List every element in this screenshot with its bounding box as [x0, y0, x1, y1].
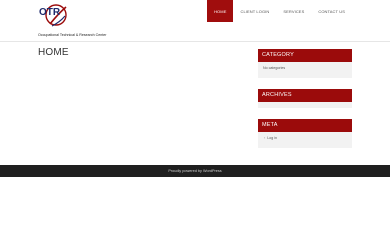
category-widget-body: No categories — [263, 66, 286, 70]
nav-home[interactable]: HOME — [207, 0, 234, 22]
archives-widget: ARCHIVES — [258, 89, 352, 108]
svg-text:OTR: OTR — [39, 7, 61, 18]
login-link[interactable]: › Log in — [263, 136, 347, 140]
login-link-label: Log in — [267, 136, 277, 140]
main-nav: HOME CLIENT LOGIN SERVICES CONTACT US — [207, 0, 352, 22]
site-footer: Proudly powered by WordPress — [0, 165, 390, 177]
otr-logo-icon: OTR — [39, 4, 67, 27]
nav-contact-us[interactable]: CONTACT US — [311, 0, 352, 22]
site-logo[interactable]: OTR — [38, 2, 68, 30]
nav-services[interactable]: SERVICES — [276, 0, 311, 22]
site-tagline: Occupational Technical & Research Center — [38, 33, 107, 37]
meta-widget: META › Log in — [258, 119, 352, 148]
bullet-icon: › — [264, 136, 266, 140]
footer-credit[interactable]: Proudly powered by WordPress — [168, 169, 221, 173]
site-header: OTR Occupational Technical & Research Ce… — [0, 0, 390, 42]
category-widget-title: CATEGORY — [258, 49, 352, 62]
category-widget: CATEGORY No categories — [258, 49, 352, 78]
nav-client-login[interactable]: CLIENT LOGIN — [233, 0, 276, 22]
page-title: HOME — [38, 47, 69, 58]
archives-widget-title: ARCHIVES — [258, 89, 352, 102]
meta-widget-title: META — [258, 119, 352, 132]
